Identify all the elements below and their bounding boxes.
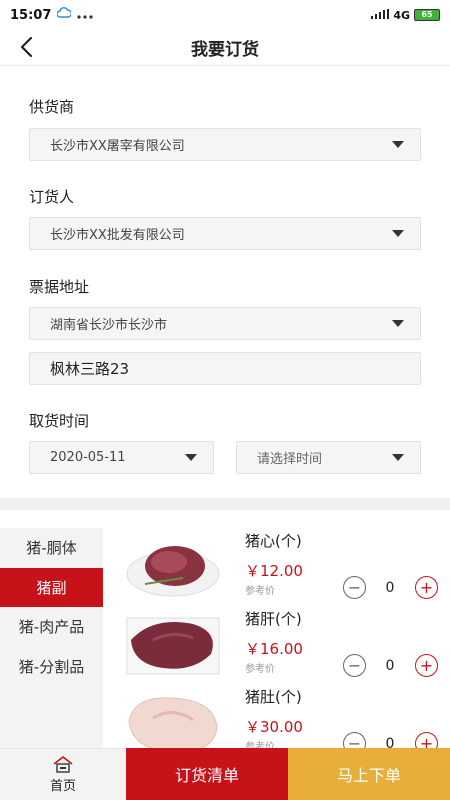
app-header: 我要订货 (0, 30, 450, 66)
product-item: 猪肚(个) ￥30.00 参考价 − 0 + (103, 684, 450, 748)
pickup-time-label: 取货时间 (29, 412, 90, 430)
status-time: 15:07 (10, 7, 52, 23)
page-title: 我要订货 (191, 40, 259, 60)
home-label: 首页 (49, 779, 76, 794)
dropdown-arrow-icon (392, 141, 404, 148)
supplier-select[interactable]: 长沙市XX屠宰有限公司 (29, 128, 421, 161)
section-divider (0, 498, 450, 510)
product-name: 猪肝(个) (245, 610, 302, 628)
increase-quantity-button[interactable]: + (415, 732, 438, 748)
dropdown-arrow-icon (392, 230, 404, 237)
status-bar: 15:07 4G 65 (0, 0, 450, 30)
quantity-value: 0 (385, 579, 395, 596)
orderer-label: 订货人 (29, 188, 75, 206)
dropdown-arrow-icon (392, 454, 404, 461)
back-button[interactable] (12, 32, 40, 62)
category-item[interactable]: 猪-肉产品 (0, 607, 103, 647)
product-price: ￥30.00 (245, 718, 303, 736)
supplier-label: 供货商 (29, 98, 75, 116)
place-order-button[interactable]: 马上下单 (288, 748, 450, 800)
reference-price-label: 参考价 (245, 664, 275, 675)
quantity-value: 0 (385, 657, 395, 674)
increase-quantity-button[interactable]: + (415, 576, 438, 599)
pork-heart-image (126, 546, 220, 597)
signal-icon (371, 8, 390, 22)
product-name: 猪肚(个) (245, 688, 302, 706)
address-detail-value: 枫林三路23 (50, 360, 130, 378)
orderer-value: 长沙市XX批发有限公司 (50, 228, 185, 243)
pork-liver-image (126, 617, 220, 675)
dropdown-arrow-icon (185, 454, 197, 461)
chevron-left-icon (20, 36, 33, 58)
home-icon (53, 755, 73, 773)
home-tab[interactable]: 首页 (0, 748, 126, 800)
bottom-action-bar: 首页 订货清单 马上下单 (0, 748, 450, 800)
orderer-select[interactable]: 长沙市XX批发有限公司 (29, 217, 421, 250)
region-select[interactable]: 湖南省长沙市长沙市 (29, 307, 421, 340)
pickup-time-select[interactable]: 请选择时间 (236, 441, 421, 474)
pickup-date-select[interactable]: 2020-05-11 (29, 441, 214, 474)
category-list: 猪-胴体 猪副 猪-肉产品 猪-分割品 (0, 528, 103, 748)
dropdown-arrow-icon (392, 320, 404, 327)
battery-icon: 65 (414, 9, 440, 21)
increase-quantity-button[interactable]: + (415, 654, 438, 677)
product-name: 猪心(个) (245, 532, 302, 550)
product-price: ￥12.00 (245, 562, 303, 580)
product-item: 猪心(个) ￥12.00 参考价 − 0 + (103, 528, 450, 606)
pickup-date-value: 2020-05-11 (50, 450, 126, 465)
address-detail-input[interactable]: 枫林三路23 (29, 352, 421, 385)
network-type: 4G (393, 8, 410, 22)
invoice-address-label: 票据地址 (29, 278, 90, 296)
category-item[interactable]: 猪-胴体 (0, 528, 103, 568)
category-item-active[interactable]: 猪副 (0, 567, 103, 607)
reference-price-label: 参考价 (245, 586, 275, 597)
product-item: 猪肝(个) ￥16.00 参考价 − 0 + (103, 606, 450, 684)
cloud-icon (56, 7, 73, 23)
more-dots-icon (77, 8, 93, 23)
supplier-value: 长沙市XX屠宰有限公司 (50, 139, 185, 154)
quantity-value: 0 (385, 735, 395, 749)
region-value: 湖南省长沙市长沙市 (50, 318, 168, 333)
decrease-quantity-button[interactable]: − (343, 654, 366, 677)
order-list-button[interactable]: 订货清单 (126, 748, 288, 800)
category-item[interactable]: 猪-分割品 (0, 647, 103, 687)
pickup-time-placeholder: 请选择时间 (257, 452, 323, 467)
decrease-quantity-button[interactable]: − (343, 576, 366, 599)
order-form: 供货商 长沙市XX屠宰有限公司 订货人 长沙市XX批发有限公司 票据地址 湖南省… (0, 66, 450, 508)
reference-price-label: 参考价 (245, 742, 275, 748)
decrease-quantity-button[interactable]: − (343, 732, 366, 748)
product-price: ￥16.00 (245, 640, 303, 658)
product-list: 猪心(个) ￥12.00 参考价 − 0 + 猪肝(个) ￥16.00 参考价 … (103, 528, 450, 748)
pork-tripe-image (128, 697, 218, 748)
